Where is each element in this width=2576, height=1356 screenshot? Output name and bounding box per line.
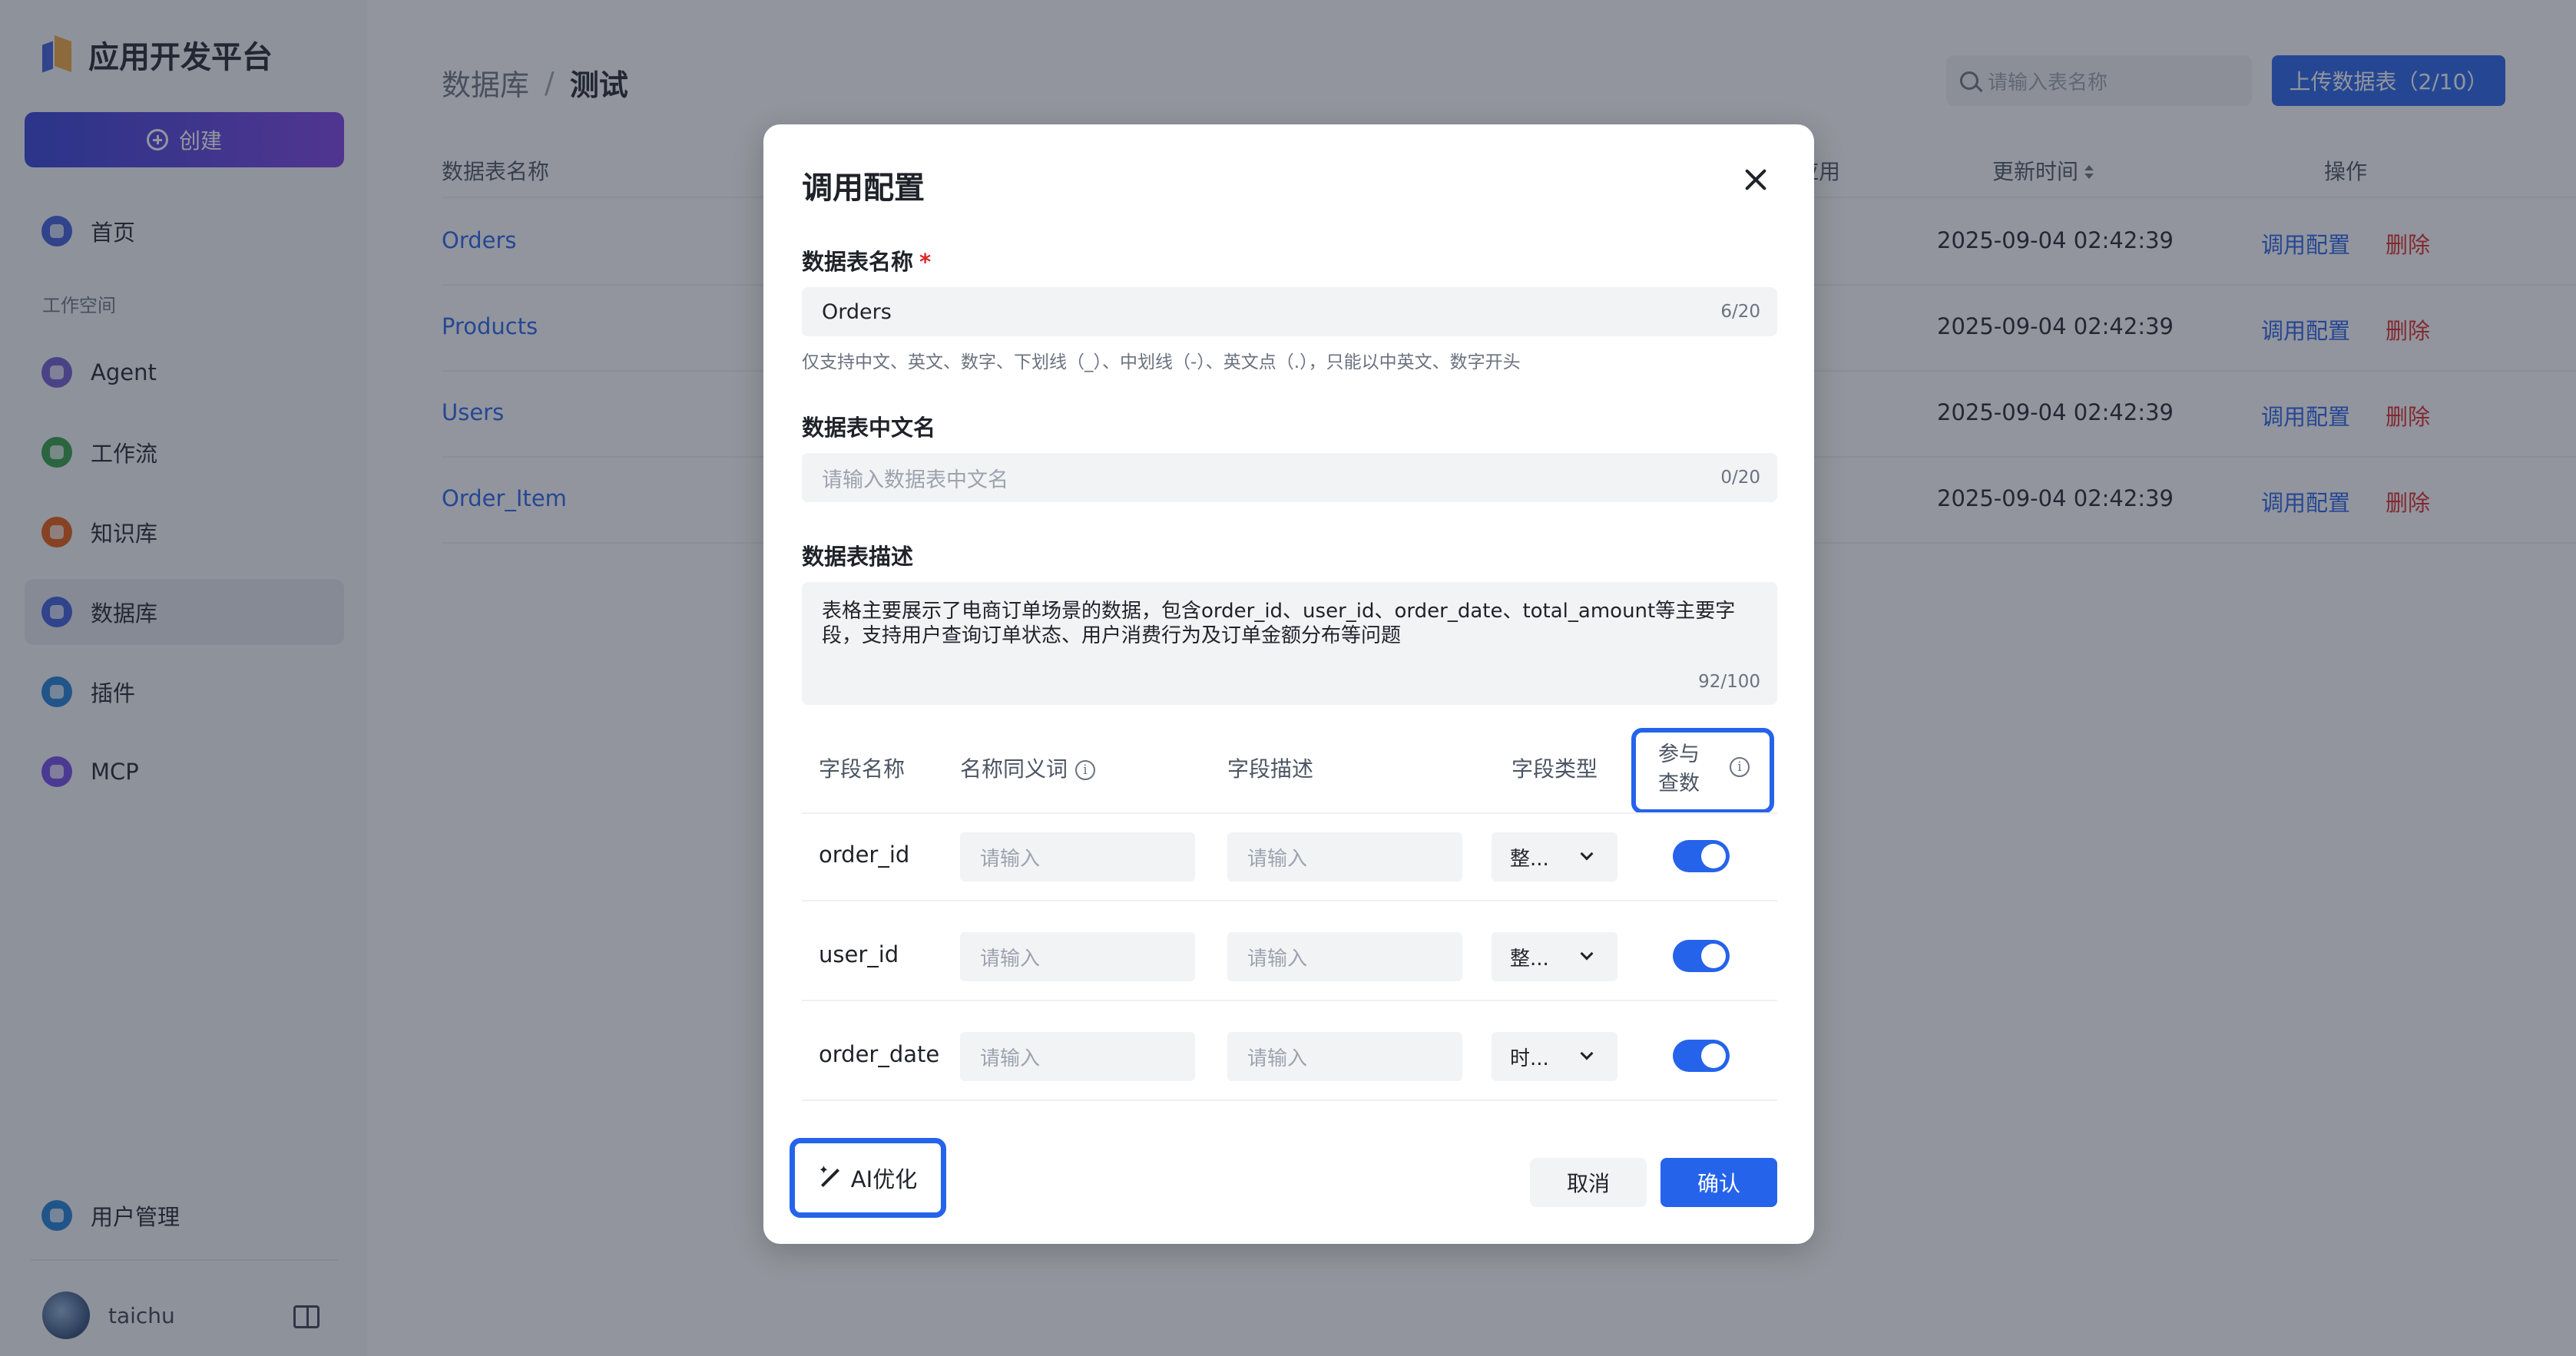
field-header-synonym: 名称同义词 i	[960, 752, 1096, 783]
chevron-down-icon	[1580, 1047, 1594, 1060]
table-name-value: Orders	[822, 299, 892, 324]
field-header-query-highlight: 参与查数 i	[1631, 728, 1774, 814]
toggle-knob	[1701, 1043, 1726, 1068]
close-icon[interactable]	[1742, 166, 1770, 193]
description-value: 表格主要展示了电商订单场景的数据，包含order_id、user_id、orde…	[822, 600, 1736, 647]
cn-name-label: 数据表中文名	[802, 415, 936, 441]
field-type-select[interactable]: 整...	[1492, 832, 1617, 881]
field-header-synonym-text: 名称同义词	[960, 756, 1068, 782]
query-toggle[interactable]	[1673, 940, 1730, 972]
field-divider	[802, 900, 1777, 901]
required-mark: *	[919, 249, 932, 275]
field-type-value: 整...	[1510, 947, 1549, 971]
dialog-title: 调用配置	[802, 170, 925, 206]
info-icon[interactable]: i	[1730, 757, 1750, 777]
field-desc-input[interactable]: 请输入	[1227, 832, 1462, 881]
field-row-name: order_id	[819, 842, 910, 868]
field-desc-input[interactable]: 请输入	[1227, 1032, 1462, 1081]
field-header-name: 字段名称	[819, 756, 906, 782]
magic-wand-icon	[819, 1163, 840, 1189]
table-name-hint: 仅支持中文、英文、数字、下划线（_）、中划线（-）、英文点（.），只能以中英文、…	[802, 352, 1521, 372]
synonym-input[interactable]: 请输入	[960, 932, 1195, 981]
field-row-name: user_id	[819, 941, 899, 967]
toggle-knob	[1701, 844, 1726, 868]
field-divider	[802, 1100, 1777, 1101]
cn-name-field[interactable]: 请输入数据表中文名 0/20	[802, 453, 1777, 502]
query-toggle[interactable]	[1673, 840, 1730, 872]
chevron-down-icon	[1580, 847, 1594, 861]
info-icon[interactable]: i	[1075, 760, 1096, 780]
synonym-input[interactable]: 请输入	[960, 1032, 1195, 1081]
synonym-input[interactable]: 请输入	[960, 832, 1195, 881]
field-divider	[802, 1000, 1777, 1001]
field-header-desc: 字段描述	[1227, 756, 1314, 782]
table-name-label: 数据表名称 *	[802, 244, 931, 276]
cn-name-placeholder: 请输入数据表中文名	[822, 468, 1008, 492]
description-counter: 92/100	[1698, 672, 1760, 692]
table-name-label-text: 数据表名称	[802, 249, 914, 275]
query-toggle[interactable]	[1673, 1040, 1730, 1072]
field-type-select[interactable]: 整...	[1492, 932, 1617, 981]
cancel-button[interactable]: 取消	[1530, 1158, 1647, 1207]
field-type-value: 时...	[1510, 1047, 1549, 1070]
ai-optimize-button[interactable]: AI优化	[790, 1138, 946, 1218]
field-type-value: 整...	[1510, 847, 1549, 871]
table-name-counter: 6/20	[1720, 302, 1760, 322]
field-header-query: 参与查数	[1658, 742, 1700, 795]
confirm-button[interactable]: 确认	[1660, 1158, 1777, 1207]
config-dialog: 调用配置 数据表名称 * Orders 6/20 仅支持中文、英文、数字、下划线（…	[763, 124, 1814, 1244]
chevron-down-icon	[1580, 947, 1594, 961]
field-desc-input[interactable]: 请输入	[1227, 932, 1462, 981]
field-divider	[802, 812, 1777, 814]
description-label: 数据表描述	[802, 544, 914, 570]
ai-optimize-label: AI优化	[850, 1166, 918, 1192]
field-header-type: 字段类型	[1511, 756, 1598, 782]
description-field[interactable]: 表格主要展示了电商订单场景的数据，包含order_id、user_id、orde…	[802, 582, 1777, 705]
cn-name-counter: 0/20	[1720, 468, 1760, 488]
table-name-field[interactable]: Orders 6/20	[802, 287, 1777, 336]
toggle-knob	[1701, 944, 1726, 968]
field-row-name: order_date	[819, 1041, 940, 1067]
field-type-select[interactable]: 时...	[1492, 1032, 1617, 1081]
